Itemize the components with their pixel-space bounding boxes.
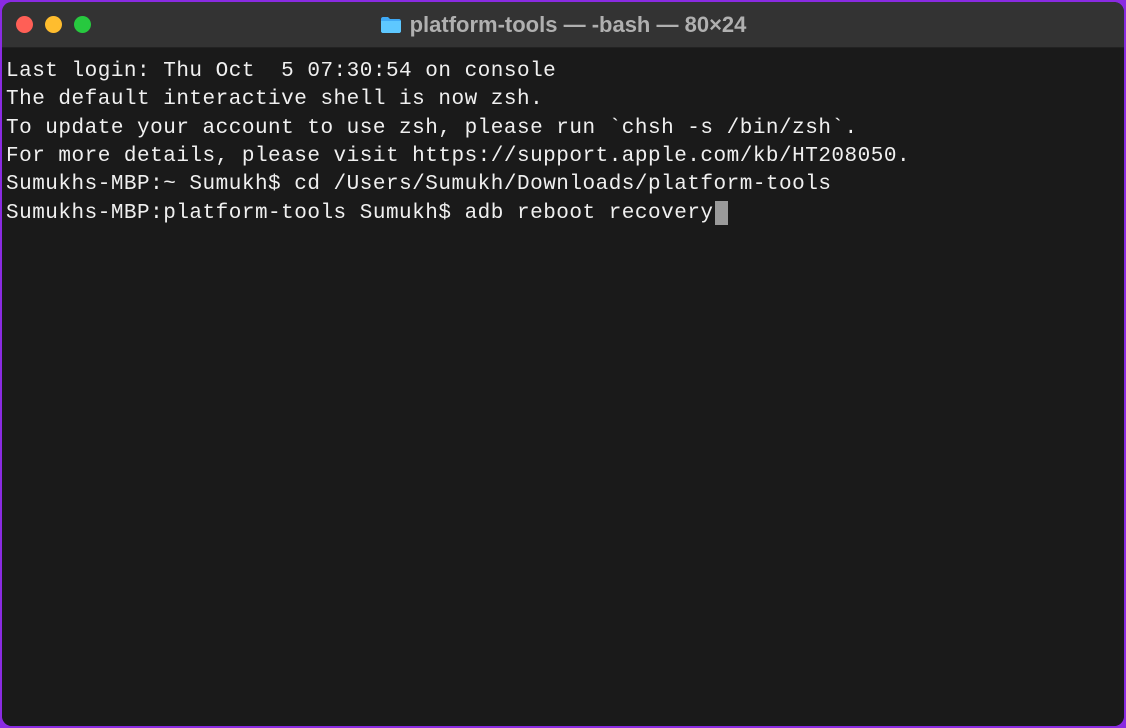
terminal-line: The default interactive shell is now zsh… [6, 86, 1120, 114]
terminal-line: To update your account to use zsh, pleas… [6, 115, 1120, 143]
prompt-prefix: Sumukhs-MBP:platform-tools Sumukh$ [6, 202, 465, 225]
folder-icon [380, 16, 402, 34]
command-text: cd /Users/Sumukh/Downloads/platform-tool… [294, 173, 831, 196]
terminal-line: For more details, please visit https://s… [6, 143, 1120, 171]
title-wrap: platform-tools — -bash — 80×24 [2, 12, 1124, 38]
command-text: adb reboot recovery [465, 202, 714, 225]
titlebar[interactable]: platform-tools — -bash — 80×24 [2, 2, 1124, 48]
prompt-prefix: Sumukhs-MBP:~ Sumukh$ [6, 173, 294, 196]
minimize-button[interactable] [45, 16, 62, 33]
zoom-button[interactable] [74, 16, 91, 33]
traffic-lights [16, 16, 91, 33]
terminal-window: platform-tools — -bash — 80×24 Last logi… [2, 2, 1124, 726]
terminal-prompt-line: Sumukhs-MBP:platform-tools Sumukh$ adb r… [6, 200, 1120, 228]
close-button[interactable] [16, 16, 33, 33]
window-title: platform-tools — -bash — 80×24 [410, 12, 747, 38]
terminal-body[interactable]: Last login: Thu Oct 5 07:30:54 on consol… [2, 48, 1124, 726]
terminal-prompt-line: Sumukhs-MBP:~ Sumukh$ cd /Users/Sumukh/D… [6, 171, 1120, 199]
terminal-line: Last login: Thu Oct 5 07:30:54 on consol… [6, 58, 1120, 86]
cursor [715, 201, 728, 225]
